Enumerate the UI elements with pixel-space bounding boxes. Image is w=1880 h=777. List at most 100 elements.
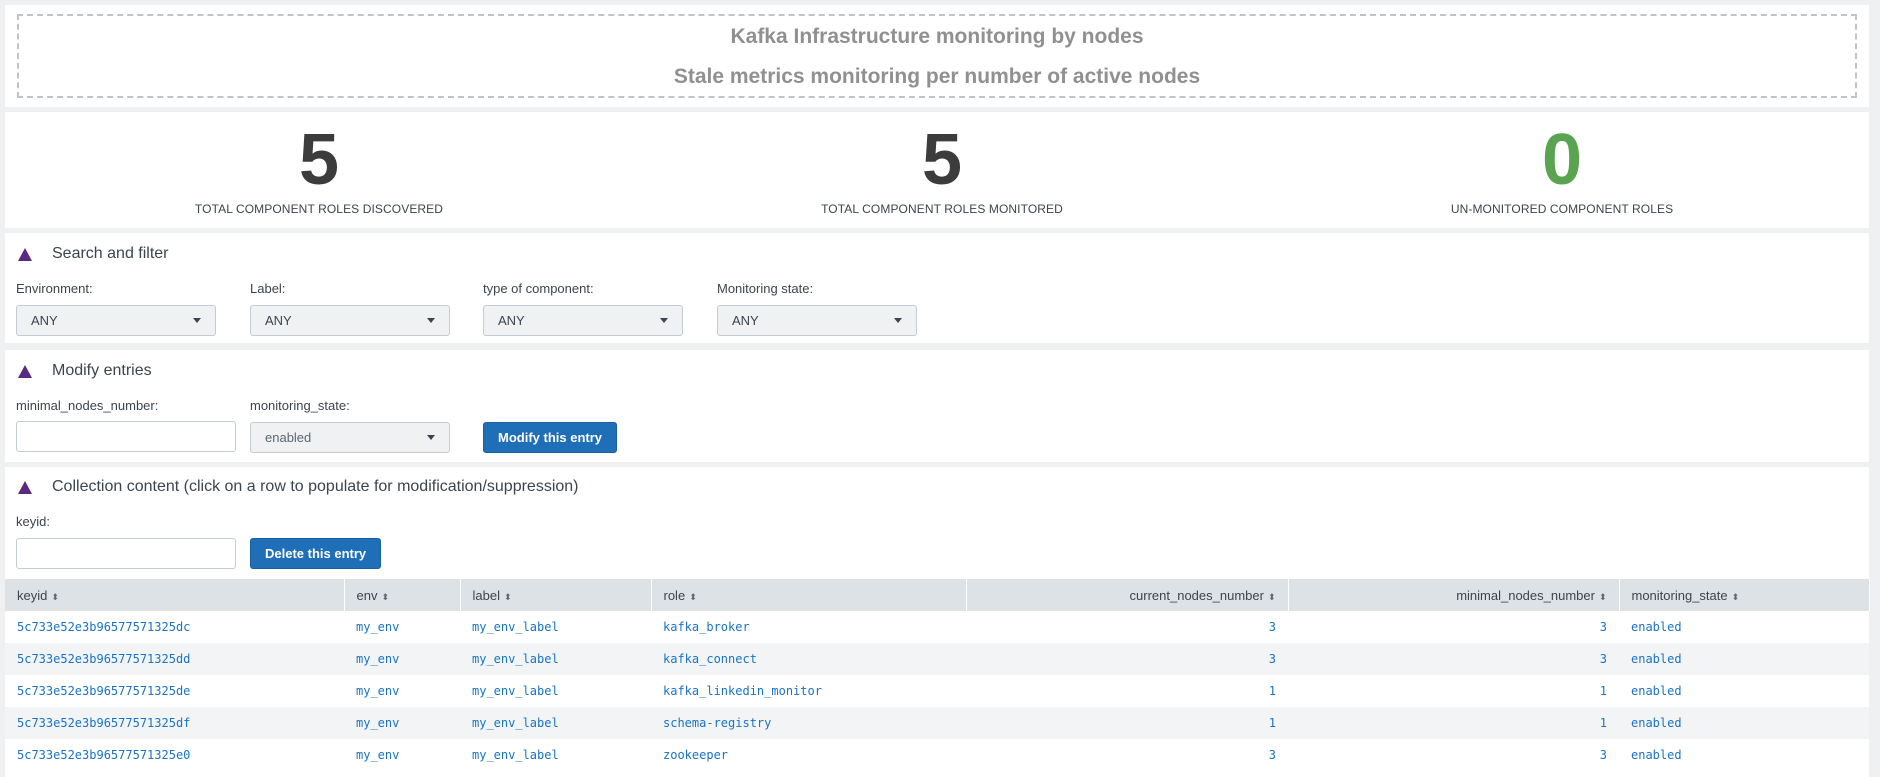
chevron-down-icon bbox=[427, 435, 435, 440]
single-discovered-label: TOTAL COMPONENT ROLES DISCOVERED bbox=[194, 202, 444, 216]
modify-entry-button[interactable]: Modify this entry bbox=[483, 422, 618, 453]
cell-monitoring-state: enabled bbox=[1619, 675, 1869, 707]
cell-current-nodes: 3 bbox=[966, 739, 1288, 771]
cell-label: my_env_label bbox=[460, 643, 651, 675]
label-filter-label: Label: bbox=[250, 281, 286, 296]
cell-env: my_env bbox=[344, 675, 460, 707]
cell-minimal-nodes: 3 bbox=[1288, 643, 1619, 675]
monitoring-state-label: Monitoring state: bbox=[717, 281, 814, 296]
cell-minimal-nodes: 1 bbox=[1288, 675, 1619, 707]
collapse-triangle-icon bbox=[18, 480, 32, 494]
single-monitored-label: TOTAL COMPONENT ROLES MONITORED bbox=[821, 202, 1063, 216]
table-row[interactable]: 5c733e52e3b96577571325de my_env my_env_l… bbox=[5, 675, 1869, 707]
cell-keyid: 5c733e52e3b96577571325dc bbox=[5, 611, 344, 643]
column-header-label[interactable]: label ⬍ bbox=[460, 579, 652, 611]
cell-label: my_env_label bbox=[460, 739, 651, 771]
label-dropdown[interactable]: ANY bbox=[250, 305, 450, 336]
cell-env: my_env bbox=[344, 707, 460, 739]
min-nodes-label: minimal_nodes_number: bbox=[16, 398, 159, 413]
cell-keyid: 5c733e52e3b96577571325df bbox=[5, 707, 344, 739]
state-label: monitoring_state: bbox=[250, 398, 350, 413]
single-discovered-value: 5 bbox=[298, 120, 340, 200]
cell-env: my_env bbox=[344, 739, 460, 771]
sort-icon: ⬍ bbox=[51, 591, 59, 602]
cell-role: kafka_linkedin_monitor bbox=[651, 675, 966, 707]
cell-monitoring-state: enabled bbox=[1619, 611, 1869, 643]
keyid-input[interactable] bbox=[16, 538, 236, 569]
cell-monitoring-state: enabled bbox=[1619, 739, 1869, 771]
header-panel: Kafka Infrastructure monitoring by nodes… bbox=[5, 5, 1869, 107]
collapse-triangle-icon bbox=[18, 247, 32, 261]
dashboard-title: Kafka Infrastructure monitoring by nodes bbox=[730, 25, 1144, 48]
keyid-label: keyid: bbox=[16, 514, 50, 529]
delete-entry-button[interactable]: Delete this entry bbox=[250, 538, 382, 569]
cell-env: my_env bbox=[344, 643, 460, 675]
cell-current-nodes: 1 bbox=[966, 675, 1288, 707]
table-row[interactable]: 5c733e52e3b96577571325df my_env my_env_l… bbox=[5, 707, 1869, 739]
table-row[interactable]: 5c733e52e3b96577571325e0 my_env my_env_l… bbox=[5, 739, 1869, 771]
search-filter-title: Search and filter bbox=[52, 245, 169, 262]
collection-title: Collection content (click on a row to po… bbox=[52, 478, 579, 495]
sort-icon: ⬍ bbox=[689, 591, 697, 602]
modify-entries-title: Modify entries bbox=[52, 362, 152, 379]
monitoring-state-dropdown[interactable]: ANY bbox=[717, 305, 917, 336]
environment-dropdown-value: ANY bbox=[31, 313, 58, 328]
cell-role: kafka_connect bbox=[651, 643, 966, 675]
sort-icon: ⬍ bbox=[1267, 591, 1276, 602]
search-filter-panel: Search and filter Environment: ANY Label… bbox=[5, 233, 1869, 343]
column-header-keyid[interactable]: keyid ⬍ bbox=[5, 579, 345, 611]
label-dropdown-value: ANY bbox=[265, 313, 292, 328]
table-row[interactable]: 5c733e52e3b96577571325dd my_env my_env_l… bbox=[5, 643, 1869, 675]
single-unmonitored-label: UN-MONITORED COMPONENT ROLES bbox=[1450, 202, 1674, 216]
cell-current-nodes: 1 bbox=[966, 707, 1288, 739]
single-unmonitored-value: 0 bbox=[1541, 120, 1583, 200]
chevron-down-icon bbox=[193, 318, 201, 323]
chevron-down-icon bbox=[427, 318, 435, 323]
single-monitored-value: 5 bbox=[921, 120, 963, 200]
cell-current-nodes: 3 bbox=[966, 643, 1288, 675]
sort-icon: ⬍ bbox=[503, 591, 512, 602]
collection-table: keyid ⬍ env ⬍ label ⬍ role ⬍ current_nodes_n… bbox=[5, 579, 1870, 771]
cell-minimal-nodes: 3 bbox=[1288, 739, 1619, 771]
cell-keyid: 5c733e52e3b96577571325de bbox=[5, 675, 344, 707]
sort-icon: ⬍ bbox=[1731, 591, 1740, 602]
cell-minimal-nodes: 3 bbox=[1288, 611, 1619, 643]
column-header-env[interactable]: env ⬍ bbox=[344, 579, 461, 611]
chevron-down-icon bbox=[660, 318, 668, 323]
state-dropdown[interactable]: enabled bbox=[250, 422, 450, 453]
component-type-label: type of component: bbox=[483, 281, 594, 296]
monitoring-state-dropdown-value: ANY bbox=[732, 313, 759, 328]
component-type-dropdown[interactable]: ANY bbox=[483, 305, 683, 336]
column-header-role[interactable]: role ⬍ bbox=[651, 579, 967, 611]
cell-label: my_env_label bbox=[460, 707, 651, 739]
dashboard-header-box: Kafka Infrastructure monitoring by nodes… bbox=[17, 14, 1857, 98]
cell-env: my_env bbox=[344, 611, 460, 643]
cell-label: my_env_label bbox=[460, 675, 651, 707]
search-filter-toggle[interactable]: Search and filter bbox=[13, 242, 169, 266]
single-discovered[interactable]: 5 TOTAL COMPONENT ROLES DISCOVERED bbox=[59, 112, 579, 228]
cell-monitoring-state: enabled bbox=[1619, 643, 1869, 675]
cell-keyid: 5c733e52e3b96577571325dd bbox=[5, 643, 344, 675]
single-monitored[interactable]: 5 TOTAL COMPONENT ROLES MONITORED bbox=[682, 112, 1202, 228]
single-unmonitored[interactable]: 0 UN-MONITORED COMPONENT ROLES bbox=[1302, 112, 1822, 228]
table-row[interactable]: 5c733e52e3b96577571325dc my_env my_env_l… bbox=[5, 611, 1869, 643]
column-header-monitoring-state[interactable]: monitoring_state ⬍ bbox=[1619, 579, 1870, 611]
modify-entries-toggle[interactable]: Modify entries bbox=[13, 359, 152, 383]
environment-label: Environment: bbox=[16, 281, 93, 296]
column-header-current-nodes[interactable]: current_nodes_number ⬍ bbox=[966, 579, 1289, 611]
cell-monitoring-state: enabled bbox=[1619, 707, 1869, 739]
sort-icon: ⬍ bbox=[381, 591, 390, 602]
component-type-dropdown-value: ANY bbox=[498, 313, 525, 328]
chevron-down-icon bbox=[894, 318, 902, 323]
cell-current-nodes: 3 bbox=[966, 611, 1288, 643]
collection-toggle[interactable]: Collection content (click on a row to po… bbox=[13, 475, 579, 499]
single-value-panel: 5 TOTAL COMPONENT ROLES DISCOVERED 5 TOT… bbox=[5, 112, 1869, 228]
environment-dropdown[interactable]: ANY bbox=[16, 305, 216, 336]
collapse-triangle-icon bbox=[18, 364, 32, 378]
min-nodes-input[interactable] bbox=[16, 421, 236, 452]
column-header-minimal-nodes[interactable]: minimal_nodes_number ⬍ bbox=[1288, 579, 1620, 611]
cell-label: my_env_label bbox=[460, 611, 651, 643]
modify-entries-panel: Modify entries minimal_nodes_number: mon… bbox=[5, 350, 1869, 462]
cell-keyid: 5c733e52e3b96577571325e0 bbox=[5, 739, 344, 771]
sort-icon: ⬍ bbox=[1598, 591, 1607, 602]
